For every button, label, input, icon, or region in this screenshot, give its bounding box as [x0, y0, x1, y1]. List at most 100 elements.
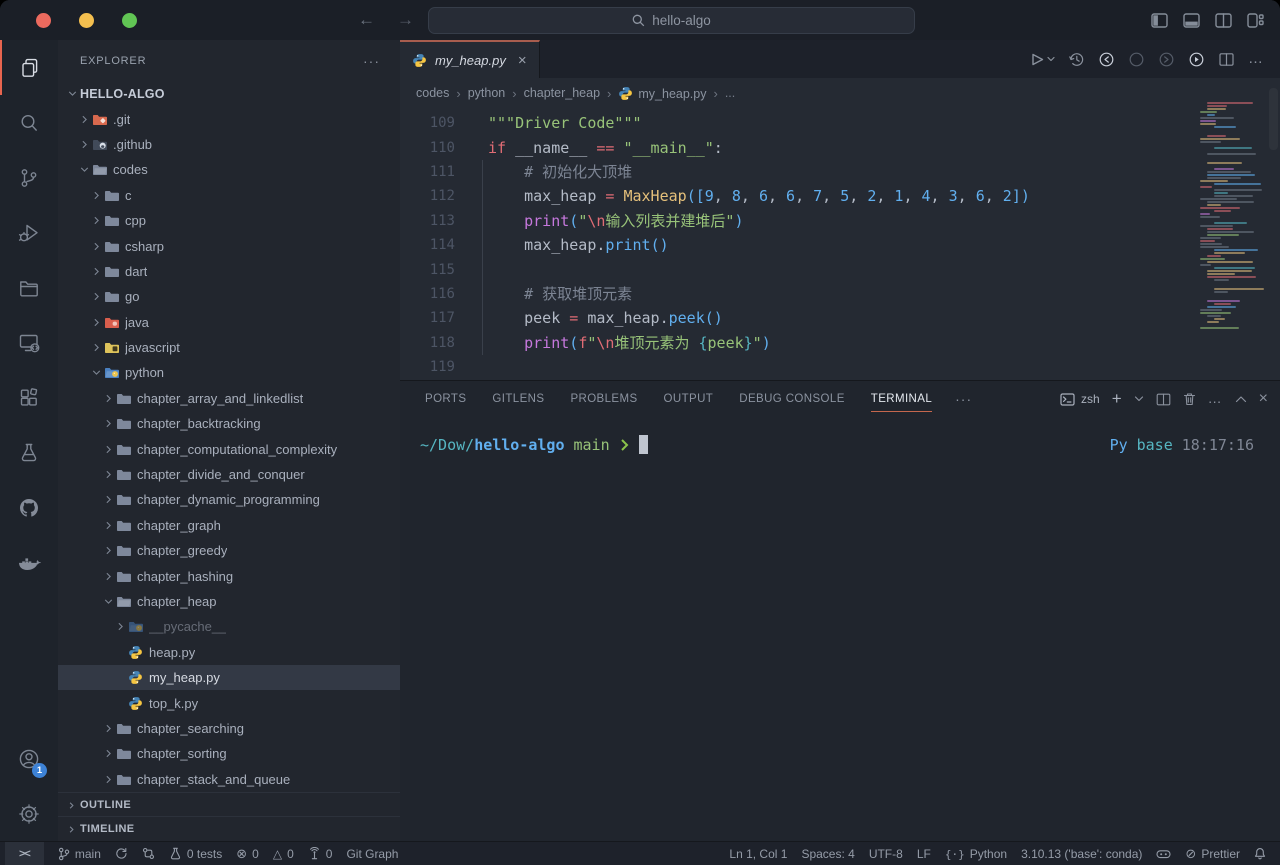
panel-more-actions-icon[interactable]: … [1208, 390, 1223, 408]
tree-item-chapter_computational_complexity[interactable]: chapter_computational_complexity [58, 436, 400, 461]
breadcrumb-item[interactable]: my_heap.py [618, 86, 706, 101]
panel-tab-gitlens[interactable]: GITLENS [479, 381, 557, 417]
tree-item-chapter_sorting[interactable]: chapter_sorting [58, 741, 400, 766]
status-notifications[interactable] [1254, 842, 1266, 865]
activity-source-control[interactable] [0, 150, 58, 205]
nav-back-icon[interactable]: ← [358, 10, 375, 30]
close-button[interactable] [36, 13, 51, 28]
toggle-secondary-sidebar-icon[interactable] [1215, 13, 1232, 28]
more-actions-icon[interactable]: … [1248, 50, 1264, 68]
tree-item-chapter_graph[interactable]: chapter_graph [58, 513, 400, 538]
command-center-search[interactable]: hello-algo [428, 7, 915, 34]
tree-item-codes[interactable]: codes [58, 157, 400, 182]
tree-item-.git[interactable]: .git [58, 106, 400, 131]
panel-tabs-more[interactable]: ··· [945, 391, 982, 407]
tree-item-go[interactable]: go [58, 284, 400, 309]
panel-tab-debug-console[interactable]: DEBUG CONSOLE [726, 381, 858, 417]
activity-folder-explorer[interactable] [0, 260, 58, 315]
nav-forward-icon[interactable]: → [397, 10, 414, 30]
panel-tab-terminal[interactable]: TERMINAL [858, 381, 945, 417]
tree-item-chapter_stack_and_queue[interactable]: chapter_stack_and_queue [58, 767, 400, 792]
status-git-sync[interactable] [115, 842, 128, 865]
run-python-file-icon[interactable] [1028, 51, 1055, 68]
tree-item-my_heap.py[interactable]: my_heap.py [58, 665, 400, 690]
tree-item-chapter_divide_and_conquer[interactable]: chapter_divide_and_conquer [58, 462, 400, 487]
activity-github[interactable] [0, 480, 58, 535]
status-cursor-position[interactable]: Ln 1, Col 1 [729, 842, 787, 865]
activity-explorer[interactable] [0, 40, 58, 95]
remote-indicator[interactable]: >< [5, 842, 44, 865]
status-warnings[interactable]: △0 [273, 842, 294, 865]
terminal-dropdown-icon[interactable] [1134, 395, 1144, 403]
activity-settings[interactable] [0, 786, 58, 841]
tree-item-HELLO-ALGO[interactable]: HELLO-ALGO [58, 81, 400, 106]
breadcrumb-item[interactable]: ... [725, 86, 735, 100]
maximize-panel-icon[interactable] [1235, 395, 1247, 404]
activity-search[interactable] [0, 95, 58, 150]
kill-terminal-icon[interactable] [1183, 392, 1196, 406]
zoom-button[interactable] [122, 13, 137, 28]
tree-item-__pycache__[interactable]: __pycache__ [58, 614, 400, 639]
activity-testing[interactable] [0, 425, 58, 480]
toggle-primary-sidebar-icon[interactable] [1151, 13, 1168, 28]
activity-remote-explorer[interactable] [0, 315, 58, 370]
status-python-interpreter[interactable]: 3.10.13 ('base': conda) [1021, 842, 1142, 865]
status-language-mode[interactable]: {·}Python [945, 842, 1007, 865]
status-ports[interactable]: 0 [308, 842, 333, 865]
minimap[interactable] [1198, 102, 1264, 334]
terminal[interactable]: ~/Dow/hello-algo main Py base 18:17:16 [400, 417, 1280, 454]
timeline-section[interactable]: TIMELINE [58, 816, 400, 841]
split-editor-icon[interactable] [1218, 51, 1235, 68]
tree-item-heap.py[interactable]: heap.py [58, 640, 400, 665]
tree-item-chapter_array_and_linkedlist[interactable]: chapter_array_and_linkedlist [58, 386, 400, 411]
new-terminal-icon[interactable]: + [1112, 390, 1122, 409]
tree-item-csharp[interactable]: csharp [58, 233, 400, 258]
breadcrumb-item[interactable]: python [468, 86, 506, 100]
run-or-debug-icon[interactable] [1188, 51, 1205, 68]
panel-tab-output[interactable]: OUTPUT [651, 381, 727, 417]
code-editor[interactable]: 109"""Driver Code"""110if __name__ == "_… [400, 108, 1280, 380]
tree-item-chapter_searching[interactable]: chapter_searching [58, 716, 400, 741]
shell-selector[interactable]: zsh [1060, 392, 1100, 406]
tab-my-heap-py[interactable]: my_heap.py × [400, 40, 540, 78]
panel-tab-ports[interactable]: PORTS [412, 381, 479, 417]
status-encoding[interactable]: UTF-8 [869, 842, 903, 865]
customize-layout-icon[interactable] [1247, 13, 1264, 28]
tree-item-.github[interactable]: .github [58, 132, 400, 157]
status-tests[interactable]: 0 tests [169, 842, 222, 865]
panel-tab-problems[interactable]: PROBLEMS [557, 381, 650, 417]
status-gitlens-compare[interactable] [142, 842, 155, 865]
nav-back-icon[interactable] [1098, 51, 1115, 68]
tree-item-java[interactable]: java [58, 310, 400, 335]
tree-item-cpp[interactable]: cpp [58, 208, 400, 233]
status-git-branch[interactable]: main [58, 842, 101, 865]
tree-item-dart[interactable]: dart [58, 259, 400, 284]
breadcrumb-item[interactable]: chapter_heap [524, 86, 600, 100]
editor-scrollbar[interactable] [1269, 88, 1278, 150]
breadcrumb-item[interactable]: codes [416, 86, 449, 100]
tree-item-javascript[interactable]: javascript [58, 335, 400, 360]
close-panel-icon[interactable]: × [1259, 390, 1268, 408]
outline-section[interactable]: OUTLINE [58, 792, 400, 817]
status-errors[interactable]: ⊗0 [236, 842, 259, 865]
tree-item-top_k.py[interactable]: top_k.py [58, 690, 400, 715]
status-prettier[interactable]: ⊘Prettier [1185, 842, 1240, 865]
activity-docker[interactable] [0, 535, 58, 590]
nav-forward-icon[interactable] [1158, 51, 1175, 68]
status-git-graph[interactable]: Git Graph [346, 842, 398, 865]
status-indentation[interactable]: Spaces: 4 [801, 842, 854, 865]
tree-item-chapter_dynamic_programming[interactable]: chapter_dynamic_programming [58, 487, 400, 512]
tree-item-chapter_greedy[interactable]: chapter_greedy [58, 538, 400, 563]
minimize-button[interactable] [79, 13, 94, 28]
tree-item-python[interactable]: python [58, 360, 400, 385]
activity-extensions[interactable] [0, 370, 58, 425]
split-terminal-icon[interactable] [1156, 393, 1171, 406]
nav-dot-icon[interactable] [1128, 51, 1145, 68]
activity-accounts[interactable]: 1 [0, 731, 58, 786]
tab-close-icon[interactable]: × [518, 52, 527, 69]
toggle-panel-icon[interactable] [1183, 13, 1200, 28]
tree-item-chapter_hashing[interactable]: chapter_hashing [58, 563, 400, 588]
timeline-history-icon[interactable] [1068, 51, 1085, 68]
explorer-more-actions[interactable]: ··· [363, 53, 380, 69]
activity-run-and-debug[interactable] [0, 205, 58, 260]
